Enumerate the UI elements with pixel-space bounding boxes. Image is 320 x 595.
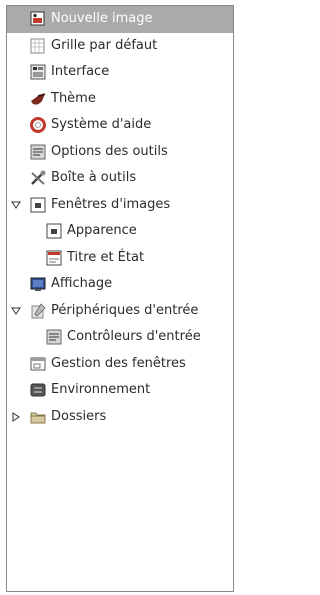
tree-item-gestion-des-fenetres[interactable]: Gestion des fenêtres (7, 351, 233, 378)
tree-item-peripheriques-d-entree[interactable]: Périphériques d'entrée (7, 298, 233, 325)
display-icon (29, 275, 47, 293)
tool-options-icon (29, 143, 47, 161)
tree-item-label: Options des outils (51, 143, 168, 159)
expander-expanded-icon[interactable] (9, 198, 23, 212)
tree-item-apparence[interactable]: Apparence (7, 218, 233, 245)
tree-item-options-des-outils[interactable]: Options des outils (7, 139, 233, 166)
tree-item-label: Gestion des fenêtres (51, 355, 186, 371)
tree-item-label: Affichage (51, 276, 113, 292)
new-image-icon (29, 10, 47, 28)
tree-item-label: Titre et État (67, 249, 145, 265)
input-controllers-icon (45, 328, 63, 346)
tree-item-nouvelle-image[interactable]: Nouvelle image (7, 6, 233, 33)
environment-icon (29, 381, 47, 399)
tree-item-label: Environnement (51, 382, 151, 398)
tree-item-dossiers[interactable]: Dossiers (7, 404, 233, 431)
grid-icon (29, 37, 47, 55)
tree-item-environnement[interactable]: Environnement (7, 377, 233, 404)
appearance-icon (45, 222, 63, 240)
tree-item-label: Boîte à outils (51, 170, 137, 186)
tree-item-label: Nouvelle image (51, 11, 153, 27)
tree-item-label: Périphériques d'entrée (51, 302, 199, 318)
image-windows-icon (29, 196, 47, 214)
tree-item-theme[interactable]: Thème (7, 86, 233, 113)
preferences-category-tree: Nouvelle image Grille par défaut Interfa… (6, 5, 234, 592)
title-status-icon (45, 249, 63, 267)
tree-item-label: Contrôleurs d'entrée (67, 329, 201, 345)
tree-item-boite-a-outils[interactable]: Boîte à outils (7, 165, 233, 192)
expander-expanded-icon[interactable] (9, 304, 23, 318)
window-management-icon (29, 355, 47, 373)
tree-item-label: Fenêtres d'images (51, 196, 171, 212)
tree-item-controleurs-d-entree[interactable]: Contrôleurs d'entrée (7, 324, 233, 351)
tree-item-label: Interface (51, 64, 110, 80)
tree-item-label: Thème (51, 90, 96, 106)
interface-icon (29, 63, 47, 81)
theme-icon (29, 90, 47, 108)
tree-item-fenetres-d-images[interactable]: Fenêtres d'images (7, 192, 233, 219)
tree-item-label: Système d'aide (51, 117, 152, 133)
expander-collapsed-icon[interactable] (9, 410, 23, 424)
tree-item-interface[interactable]: Interface (7, 59, 233, 86)
tree-item-label: Apparence (67, 223, 137, 239)
help-system-icon (29, 116, 47, 134)
folders-icon (29, 408, 47, 426)
tree-item-label: Dossiers (51, 408, 107, 424)
tree-item-grille-par-defaut[interactable]: Grille par défaut (7, 33, 233, 60)
input-devices-icon (29, 302, 47, 320)
tree-item-systeme-d-aide[interactable]: Système d'aide (7, 112, 233, 139)
tree-item-label: Grille par défaut (51, 37, 158, 53)
tree-item-titre-et-etat[interactable]: Titre et État (7, 245, 233, 272)
tree-item-affichage[interactable]: Affichage (7, 271, 233, 298)
toolbox-icon (29, 169, 47, 187)
